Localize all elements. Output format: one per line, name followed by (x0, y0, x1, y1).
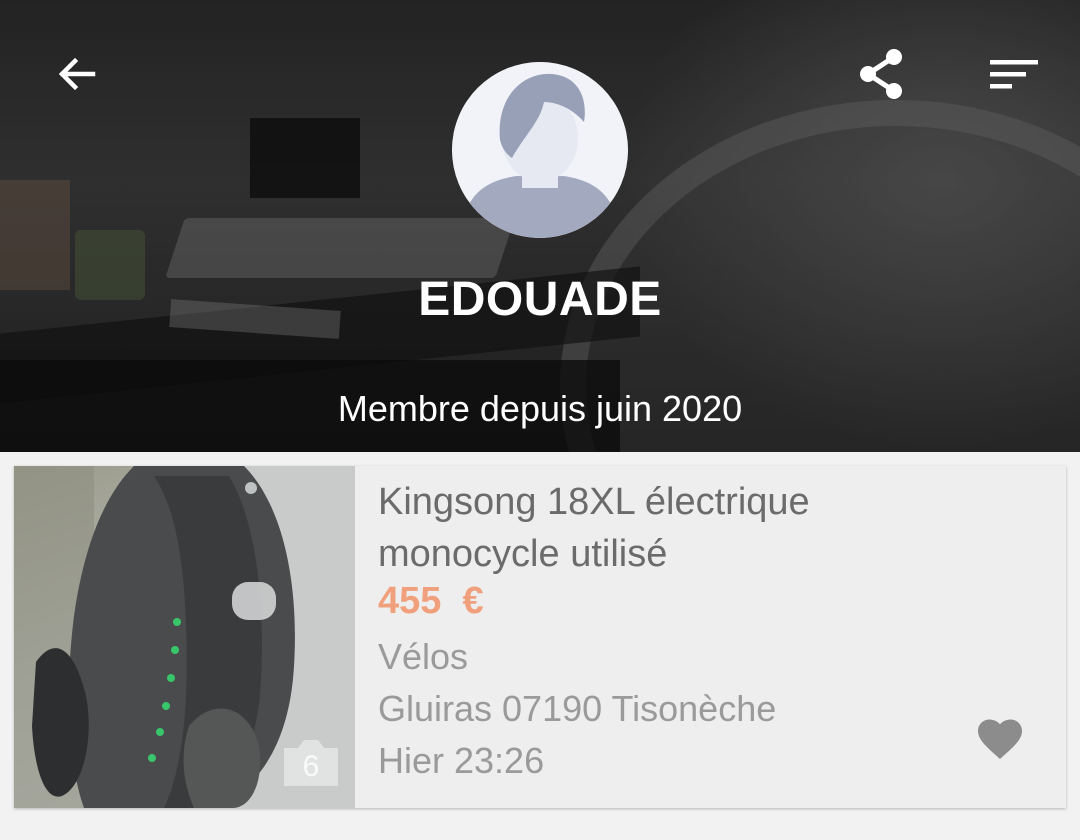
user-name: EDOUADE (418, 273, 662, 326)
arrow-left-icon (58, 57, 96, 91)
listing-category: Vélos (378, 636, 469, 677)
listing-thumbnail[interactable]: 6 (14, 466, 355, 808)
heart-icon (978, 719, 1022, 759)
share-button[interactable] (850, 42, 914, 106)
listing-card[interactable]: 6 Kingsong 18XL électrique monocycle uti… (14, 466, 1066, 808)
back-button[interactable] (45, 42, 109, 106)
listing-price: 455 € (378, 580, 484, 622)
favorite-button[interactable] (972, 712, 1028, 768)
listing-date: Hier 23:26 (378, 740, 545, 781)
user-avatar-icon (452, 62, 628, 238)
share-icon (860, 49, 902, 99)
photo-count: 6 (302, 750, 320, 783)
sort-icon (990, 60, 1038, 89)
listing-title: Kingsong 18XL électrique monocycle utili… (378, 481, 810, 575)
photo-count-badge: 6 (280, 738, 342, 788)
profile-header: EDOUADE Membre depuis juin 2020 (0, 0, 1080, 452)
listing-location: Gluiras 07190 Tisonèche (378, 688, 777, 729)
sort-button[interactable] (982, 42, 1046, 106)
user-avatar[interactable] (452, 62, 628, 238)
member-since-text: Membre depuis juin 2020 (337, 388, 743, 429)
